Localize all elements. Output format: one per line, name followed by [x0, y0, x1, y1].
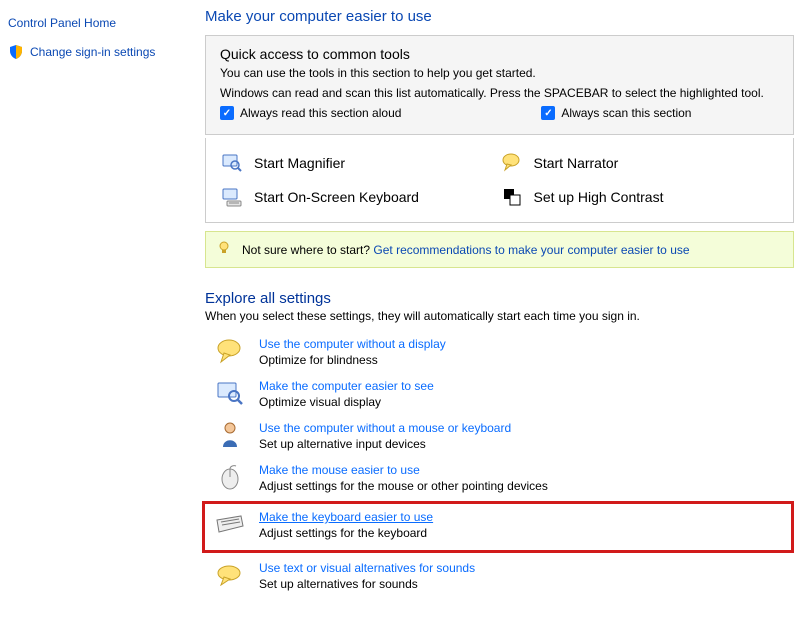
link-no-mouse-keyboard[interactable]: Use the computer without a mouse or keyb…	[259, 421, 511, 435]
setting-item-keyboard: Make the keyboard easier to use Adjust s…	[212, 506, 789, 548]
link-no-display[interactable]: Use the computer without a display	[259, 337, 446, 351]
desc-keyboard: Adjust settings for the keyboard	[259, 526, 433, 540]
person-icon	[215, 421, 245, 449]
speech-bubble-icon	[215, 561, 245, 589]
signin-label: Change sign-in settings	[30, 45, 155, 59]
setting-item-easier-see: Make the computer easier to see Optimize…	[205, 375, 794, 417]
contrast-icon	[500, 186, 524, 208]
page-title: Make your computer easier to use	[205, 8, 794, 25]
keyboard-icon	[220, 186, 244, 208]
infobar-text: Not sure where to start? Get recommendat…	[242, 243, 690, 257]
speech-bubble-icon	[215, 337, 245, 365]
magnifier-label: Start Magnifier	[254, 155, 345, 171]
explore-title: Explore all settings	[205, 290, 794, 307]
recommendation-infobar: Not sure where to start? Get recommendat…	[205, 231, 794, 268]
setting-item-no-mouse-keyboard: Use the computer without a mouse or keyb…	[205, 417, 794, 459]
link-keyboard[interactable]: Make the keyboard easier to use	[259, 510, 433, 524]
checkbox-scan-section[interactable]: ✓ Always scan this section	[541, 106, 691, 120]
setting-item-mouse: Make the mouse easier to use Adjust sett…	[205, 459, 794, 501]
sidebar-link-signin[interactable]: Change sign-in settings	[8, 44, 195, 60]
magnifier-icon	[220, 152, 244, 174]
infobar-prefix: Not sure where to start?	[242, 243, 373, 257]
quick-line2: Windows can read and scan this list auto…	[220, 86, 779, 100]
link-sounds[interactable]: Use text or visual alternatives for soun…	[259, 561, 475, 575]
tool-start-narrator[interactable]: Start Narrator	[500, 146, 780, 180]
mouse-icon	[215, 463, 245, 491]
shield-icon	[8, 44, 24, 60]
desc-easier-see: Optimize visual display	[259, 395, 434, 409]
setting-item-sounds: Use text or visual alternatives for soun…	[205, 557, 794, 599]
keyboard-icon	[215, 510, 245, 538]
desc-no-mouse-keyboard: Set up alternative input devices	[259, 437, 511, 451]
contrast-label: Set up High Contrast	[534, 189, 664, 205]
link-mouse[interactable]: Make the mouse easier to use	[259, 463, 420, 477]
checkmark-icon: ✓	[220, 106, 234, 120]
sidebar-link-home[interactable]: Control Panel Home	[8, 16, 195, 30]
check2-label: Always scan this section	[561, 106, 691, 120]
osk-label: Start On-Screen Keyboard	[254, 189, 419, 205]
desc-sounds: Set up alternatives for sounds	[259, 577, 475, 591]
tools-panel: Start Magnifier Start Narrator Start On-…	[205, 138, 794, 223]
check1-label: Always read this section aloud	[240, 106, 401, 120]
desc-mouse: Adjust settings for the mouse or other p…	[259, 479, 548, 493]
desc-no-display: Optimize for blindness	[259, 353, 446, 367]
quick-line1: You can use the tools in this section to…	[220, 66, 779, 80]
link-easier-see[interactable]: Make the computer easier to see	[259, 379, 434, 393]
tool-high-contrast[interactable]: Set up High Contrast	[500, 180, 780, 214]
quick-access-title: Quick access to common tools	[220, 46, 779, 62]
monitor-magnifier-icon	[215, 379, 245, 407]
setting-item-no-display: Use the computer without a display Optim…	[205, 333, 794, 375]
checkmark-icon: ✓	[541, 106, 555, 120]
tool-start-osk[interactable]: Start On-Screen Keyboard	[220, 180, 500, 214]
lightbulb-icon	[216, 240, 232, 259]
sidebar: Control Panel Home Change sign-in settin…	[0, 0, 205, 626]
checkbox-read-aloud[interactable]: ✓ Always read this section aloud	[220, 106, 401, 120]
main-content: Make your computer easier to use Quick a…	[205, 0, 809, 626]
narrator-label: Start Narrator	[534, 155, 619, 171]
explore-desc: When you select these settings, they wil…	[205, 309, 794, 323]
highlighted-setting: Make the keyboard easier to use Adjust s…	[202, 501, 794, 553]
recommendation-link[interactable]: Get recommendations to make your compute…	[373, 243, 689, 257]
quick-access-panel: Quick access to common tools You can use…	[205, 35, 794, 135]
speech-bubble-icon	[500, 152, 524, 174]
home-label: Control Panel Home	[8, 16, 116, 30]
tool-start-magnifier[interactable]: Start Magnifier	[220, 146, 500, 180]
